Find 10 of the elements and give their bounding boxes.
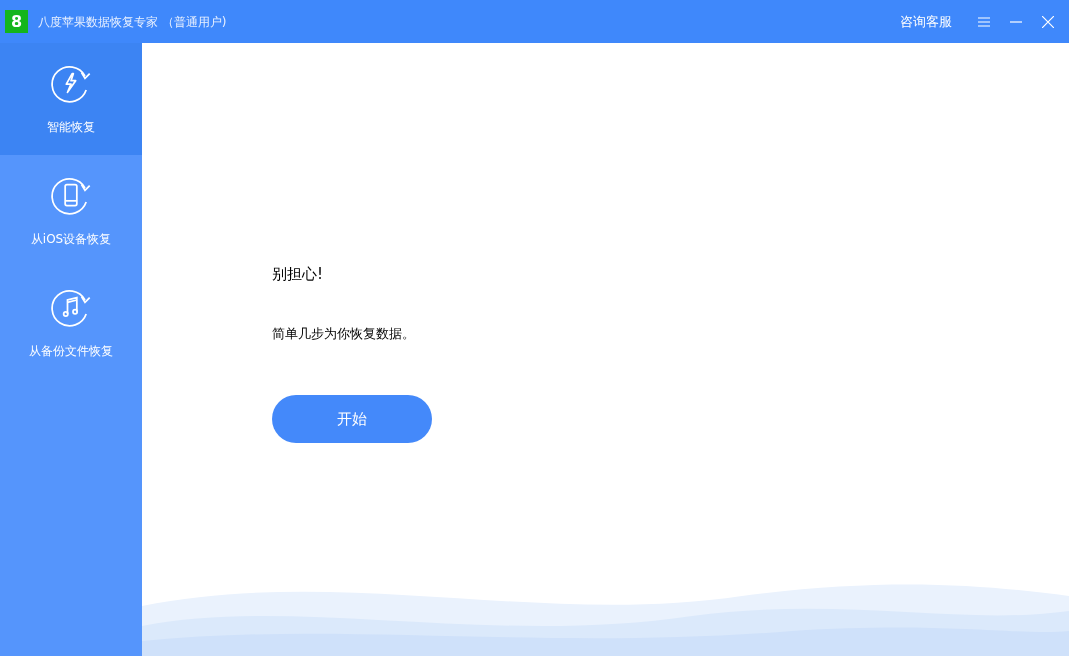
close-icon[interactable]: [1042, 15, 1054, 28]
description: 简单几步为你恢复数据。: [272, 324, 415, 343]
heading: 别担心!: [272, 264, 323, 285]
start-button[interactable]: 开始: [272, 395, 432, 443]
window-title: 八度苹果数据恢复专家 （普通用户): [38, 13, 227, 31]
support-link[interactable]: 咨询客服: [900, 11, 952, 32]
app-logo: 8: [5, 10, 28, 33]
sidebar-item[interactable]: 智能恢复: [0, 43, 142, 155]
minimize-icon[interactable]: [1010, 20, 1022, 23]
menu-icon[interactable]: [978, 16, 990, 27]
